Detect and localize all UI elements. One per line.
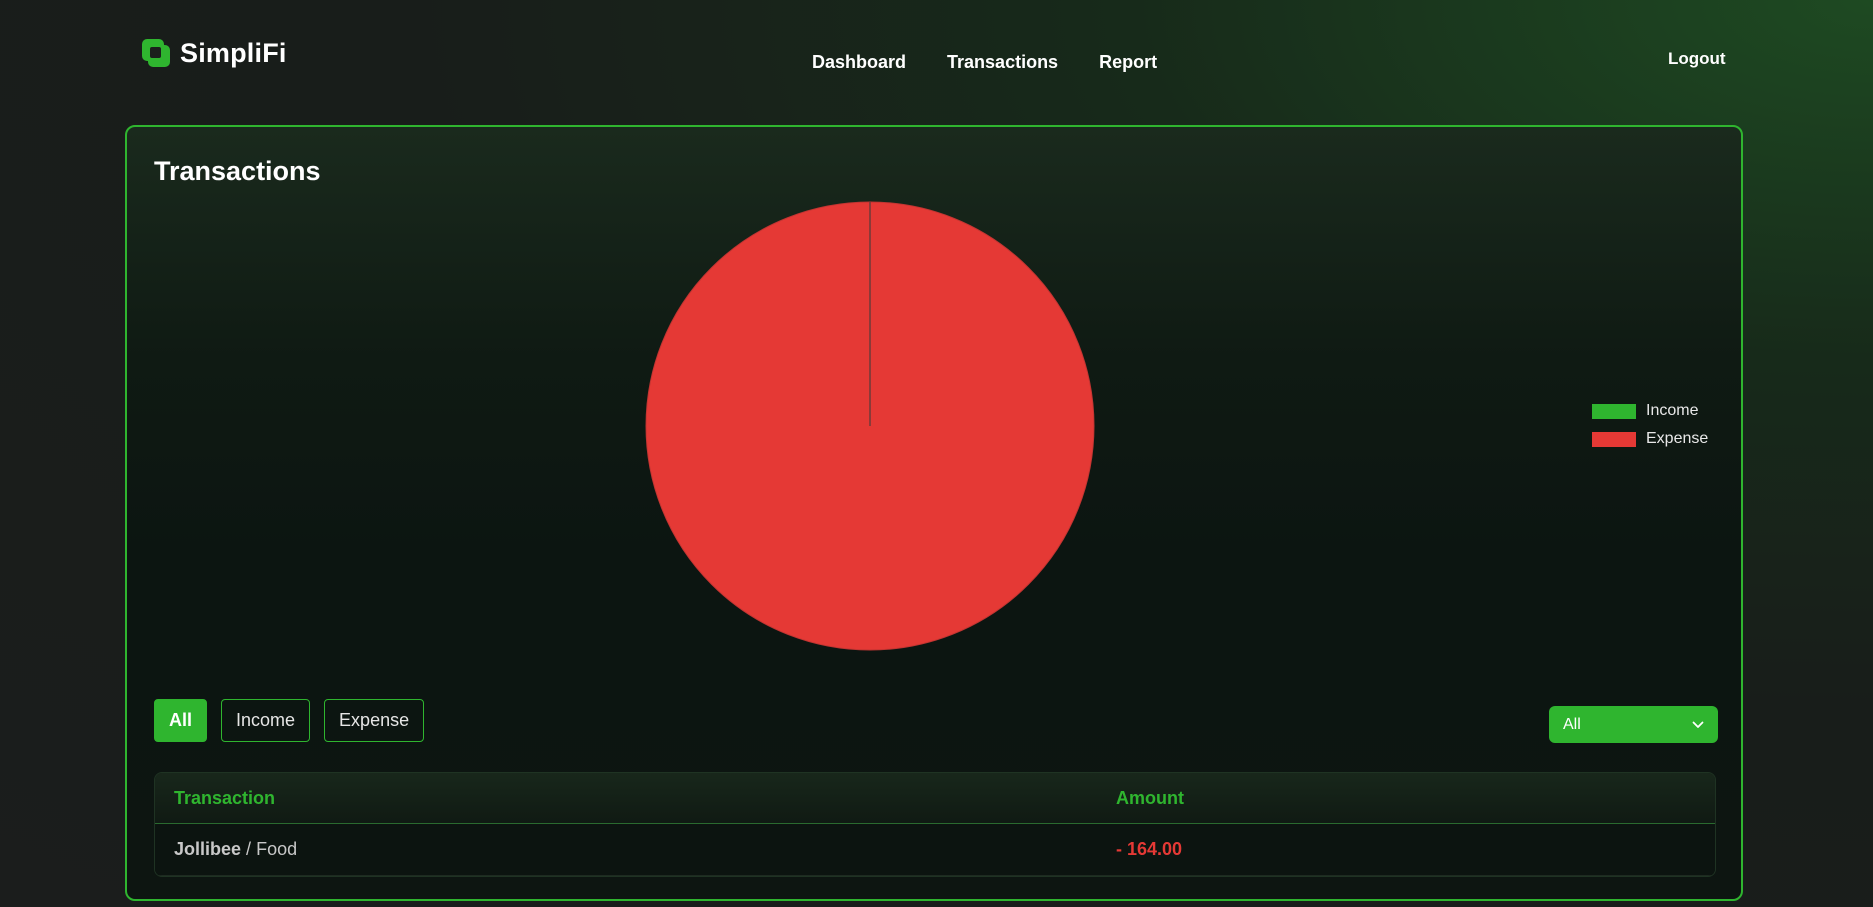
type-filter-group: All Income Expense <box>154 699 425 742</box>
legend-swatch-income <box>1592 403 1636 419</box>
category-name: Food <box>256 839 298 859</box>
brand-logo[interactable]: SimpliFi <box>142 38 287 69</box>
table-header: Transaction Amount <box>155 773 1715 824</box>
chevron-down-icon <box>1692 716 1704 734</box>
logout-link[interactable]: Logout <box>1668 49 1726 69</box>
legend-item-income[interactable]: Income <box>1592 402 1708 420</box>
brand-name: SimpliFi <box>180 38 287 68</box>
nav-report[interactable]: Report <box>1099 52 1157 73</box>
transactions-table: Transaction Amount Jollibee / Food - 164… <box>154 772 1716 877</box>
page-title: Transactions <box>154 156 321 186</box>
legend-item-expense[interactable]: Expense <box>1592 430 1708 448</box>
column-header-transaction[interactable]: Transaction <box>174 788 275 809</box>
category-select[interactable]: All <box>1549 706 1718 743</box>
filter-expense-button[interactable]: Expense <box>324 699 425 742</box>
main-nav: Dashboard Transactions Report <box>812 52 1157 73</box>
nav-transactions[interactable]: Transactions <box>947 52 1058 73</box>
category-select-value: All <box>1563 715 1581 733</box>
filter-all-button[interactable]: All <box>154 699 208 742</box>
logo-icon <box>142 38 172 69</box>
legend-label-income: Income <box>1646 402 1699 419</box>
chart-legend: Income Expense <box>1592 402 1708 448</box>
transactions-card: Transactions Income Expense All Income E… <box>125 125 1743 901</box>
transaction-cell: Jollibee / Food <box>174 839 297 860</box>
column-header-amount[interactable]: Amount <box>1116 788 1184 809</box>
pie-chart-svg <box>645 201 1095 651</box>
legend-swatch-expense <box>1592 431 1636 447</box>
table-row[interactable]: Jollibee / Food - 164.00 <box>155 824 1715 876</box>
nav-dashboard[interactable]: Dashboard <box>812 52 906 73</box>
legend-label-expense: Expense <box>1646 430 1709 447</box>
filter-income-button[interactable]: Income <box>221 699 311 742</box>
top-navbar: SimpliFi Dashboard Transactions Report L… <box>0 0 1873 120</box>
merchant-name: Jollibee <box>174 839 242 859</box>
amount-cell: - 164.00 <box>1116 839 1183 859</box>
separator: / <box>246 839 252 859</box>
pie-chart <box>644 200 1096 657</box>
